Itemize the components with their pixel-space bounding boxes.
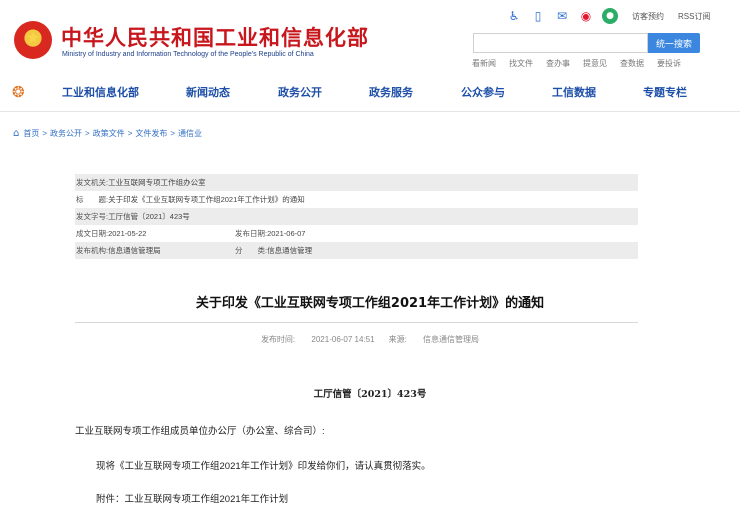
meta-created-label: 成文日期: (76, 229, 109, 238)
mobile-icon[interactable]: ▯ (530, 8, 546, 24)
nav-item-miit[interactable]: 工业和信息化部 (62, 84, 139, 100)
meta-row-doc-number: 发文字号: 工厅信管〔2021〕423号 (75, 208, 638, 225)
article-title: 关于印发《工业互联网专项工作组2021年工作计划》的通知 (195, 296, 545, 311)
nav-item-government-services[interactable]: 政务服务 (369, 84, 413, 100)
quick-link-complaint[interactable]: 要投诉 (657, 58, 681, 69)
recipient-paragraph: 工业互联网专项工作组成员单位办公厅（办公室、综合司）: (75, 426, 325, 437)
home-icon: ⌂ (13, 128, 20, 139)
search-input[interactable] (473, 33, 648, 53)
wechat-icon[interactable]: ● (602, 8, 618, 24)
breadcrumb-separator: > (170, 129, 176, 138)
meta-org-value: 信息通信管理局 (108, 246, 161, 255)
meta-category: 分 类: 信息通信管理 (235, 245, 312, 256)
meta-row-dates: 成文日期: 2021-05-22 发布日期: 2021-06-07 (75, 225, 638, 242)
publish-time-label: 发布时间: (260, 335, 296, 344)
top-utility-bar: ♿ ▯ ✉ ◉ ● 访客预约 RSS订阅 (506, 7, 710, 25)
meta-doc-number-value: 工厅信管〔2021〕423号 (108, 212, 190, 221)
ministry-name-en: Ministry of Industry and Information Tec… (62, 51, 314, 58)
source-label: 来源: (388, 335, 407, 344)
nav-item-special-topics[interactable]: 专题专栏 (643, 84, 687, 100)
meta-published-value: 2021-06-07 (267, 229, 306, 238)
meta-issuer-value: 工业互联网专项工作组办公室 (108, 178, 206, 187)
quick-link-data[interactable]: 查数据 (620, 58, 644, 69)
meta-created-value: 2021-05-22 (108, 229, 147, 238)
meta-row-issuer: 发文机关: 工业互联网专项工作组办公室 (75, 174, 638, 191)
meta-org: 发布机构: 信息通信管理局 (76, 245, 235, 256)
meta-category-value: 信息通信管理 (267, 246, 313, 255)
document-number: 工厅信管〔2021〕423号 (313, 389, 427, 400)
search-button[interactable]: 统一搜索 (648, 33, 700, 53)
breadcrumb-telecom[interactable]: 通信业 (178, 128, 202, 139)
breadcrumb-government-affairs[interactable]: 政务公开 (50, 128, 82, 139)
body-paragraph: 现将《工业互联网专项工作组2021年工作计划》印发给你们，请认真贯彻落实。 (96, 461, 431, 472)
site-header: 中华人民共和国工业和信息化部 Ministry of Industry and … (0, 0, 740, 72)
meta-row-title: 标 题: 关于印发《工业互联网专项工作组2021年工作计划》的通知 (75, 191, 638, 208)
main-nav: ❂ 工业和信息化部 新闻动态 政务公开 政务服务 公众参与 工信数据 专题专栏 (0, 72, 740, 112)
quick-link-services[interactable]: 查办事 (546, 58, 570, 69)
meta-issuer-label: 发文机关: (76, 178, 109, 187)
meta-title-label: 标 题: (76, 195, 109, 204)
breadcrumb-file-release[interactable]: 文件发布 (135, 128, 167, 139)
accessibility-icon[interactable]: ♿ (506, 8, 522, 24)
attachment-paragraph: 附件：工业互联网专项工作组2021年工作计划 (96, 494, 289, 505)
breadcrumb-separator: > (42, 129, 48, 138)
breadcrumb-separator: > (127, 129, 133, 138)
nav-logo-icon[interactable]: ❂ (12, 84, 30, 100)
breadcrumb-home[interactable]: 首页 (23, 128, 39, 139)
visitor-appointment-link[interactable]: 访客预约 (632, 11, 664, 22)
meta-published-label: 发布日期: (235, 229, 268, 238)
mail-icon[interactable]: ✉ (554, 8, 570, 24)
meta-org-label: 发布机构: (76, 246, 109, 255)
publish-time: 发布时间: 2021-06-07 14:51 (261, 335, 375, 344)
ministry-name-cn[interactable]: 中华人民共和国工业和信息化部 (61, 22, 369, 52)
breadcrumb: ⌂ 首页 > 政务公开 > 政策文件 > 文件发布 > 通信业 (13, 128, 202, 139)
quick-link-news[interactable]: 看新闻 (472, 58, 496, 69)
quick-link-files[interactable]: 找文件 (509, 58, 533, 69)
meta-title-value: 关于印发《工业互联网专项工作组2021年工作计划》的通知 (108, 195, 305, 204)
quick-link-feedback[interactable]: 提意见 (583, 58, 607, 69)
weibo-icon[interactable]: ◉ (578, 8, 594, 24)
nav-item-public-participation[interactable]: 公众参与 (461, 84, 505, 100)
nav-item-government-affairs[interactable]: 政务公开 (278, 84, 322, 100)
national-emblem-icon[interactable] (14, 21, 52, 59)
rss-link[interactable]: RSS订阅 (678, 11, 710, 22)
meta-category-label: 分 类: (235, 246, 268, 255)
breadcrumb-policy-files[interactable]: 政策文件 (93, 128, 125, 139)
source-value: 信息通信管理局 (423, 335, 480, 344)
meta-row-org-category: 发布机构: 信息通信管理局 分 类: 信息通信管理 (75, 242, 638, 259)
meta-doc-number-label: 发文字号: (76, 212, 109, 221)
nav-item-data[interactable]: 工信数据 (552, 84, 596, 100)
title-divider (75, 322, 638, 323)
meta-created-date: 成文日期: 2021-05-22 (76, 228, 235, 239)
breadcrumb-separator: > (85, 129, 90, 138)
source: 来源: 信息通信管理局 (389, 335, 479, 344)
meta-published-date: 发布日期: 2021-06-07 (235, 228, 305, 239)
publish-time-value: 2021-06-07 14:51 (311, 335, 375, 344)
nav-item-news[interactable]: 新闻动态 (186, 84, 230, 100)
publish-info: 发布时间: 2021-06-07 14:51 来源: 信息通信管理局 (0, 334, 740, 345)
quick-links: 看新闻 找文件 查办事 提意见 查数据 要投诉 (472, 58, 681, 69)
document-metadata-table: 发文机关: 工业互联网专项工作组办公室 标 题: 关于印发《工业互联网专项工作组… (75, 174, 638, 259)
